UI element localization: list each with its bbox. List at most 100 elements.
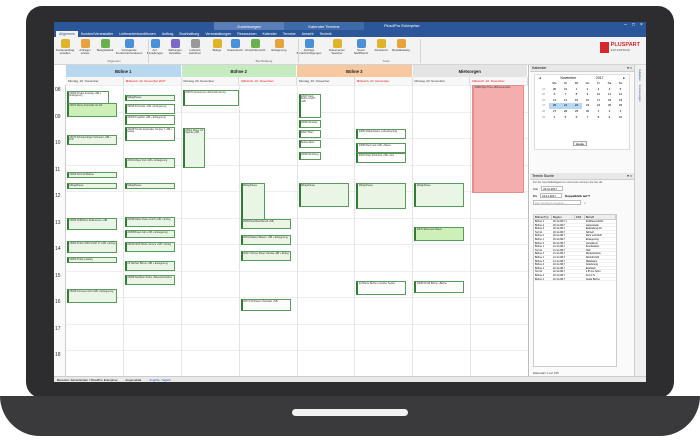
appointment[interactable]: 20 Marcie Bücher +Großer Sessio [356, 281, 407, 295]
appointment[interactable]: 20048 Schneider +NB + Entlegerung [124, 104, 175, 114]
stage-header[interactable]: Bühne 1 [66, 65, 182, 77]
ribbon-button[interactable]: Dokumenten Speicher [328, 39, 346, 55]
column-header[interactable]: Betreff [585, 215, 616, 219]
appointment[interactable]: Mittag/Pause [298, 183, 349, 207]
appointment[interactable]: 20048 Weinberg [298, 152, 321, 160]
pin-icon[interactable]: ▾ × [627, 174, 632, 178]
context-tab-zuweisungen[interactable]: Zuweisungen [214, 22, 284, 30]
date-header[interactable]: Mittwoch, 22. November 2017 [123, 77, 182, 85]
day-cell[interactable]: 10 [615, 115, 626, 121]
appointment[interactable]: 20117 Zimmer Meier Claudia +NB + Entleg [240, 251, 291, 261]
appointment[interactable]: 20095 Braun Adm +NB + Entlegerung [124, 230, 175, 238]
appointment[interactable]: 20013 Kleb Schönheit +NB + Ent [356, 153, 407, 163]
appointment[interactable]: 20038 Kälber Rebe GmbH +NB + Entleg [124, 217, 175, 227]
date-header[interactable]: Montag, 20. November [66, 77, 124, 85]
date-header[interactable]: Mittwoch, 22. November [470, 77, 528, 85]
context-tab-kalender[interactable]: Kalender Termine [284, 22, 364, 30]
mini-calendar-month[interactable]: November [561, 76, 577, 80]
ribbon-button[interactable]: Umsatzübersicht [245, 39, 265, 52]
stage-header[interactable]: Bühne 3 [297, 65, 413, 77]
appointment[interactable]: Mittag/Pause [67, 183, 117, 189]
ribbon-button[interactable]: Auftrags Benachrichtigungen [297, 39, 321, 55]
ribbon-button[interactable]: Zahlungen Verwalten [166, 39, 184, 55]
appointment[interactable]: Mittag/Pause [124, 183, 175, 189]
ribbon-button[interactable]: Lieferant Gebühren [186, 39, 204, 55]
day-cell[interactable]: 5 [560, 115, 571, 121]
day-cell[interactable]: 9 [604, 115, 615, 121]
appointment[interactable]: 20007 Zack Belfon GmbH +NB [298, 94, 321, 118]
appointment[interactable]: Mittag/Pause [356, 183, 407, 209]
appointment[interactable]: 20059 HotRibbon Reiferenzen +NB [67, 218, 117, 230]
appointment[interactable]: 20064 Profile 2009 GmbH 17 +NB + Entleg [67, 241, 117, 253]
appointment[interactable]: 23080 Opp Theo +Bühnentechnik [472, 85, 525, 193]
search-icon[interactable]: ⌕ [584, 201, 586, 205]
minimize-icon[interactable]: – [623, 23, 628, 28]
pin-icon[interactable]: ▾ × [627, 66, 632, 70]
ribbon-button[interactable]: Anfragen erfasst [76, 39, 94, 55]
appointment[interactable]: Mittag/Pause [414, 183, 465, 207]
appointment[interactable]: 22 Nachter Bühne +NB + Entlegerung [124, 261, 175, 271]
maximize-icon[interactable]: □ [631, 23, 636, 28]
stage-header[interactable]: Bühne 2 [181, 65, 297, 77]
appointment[interactable]: 20063 Projektfel +NB + Entlegerung [124, 115, 175, 125]
day-column[interactable] [240, 85, 298, 376]
day-cell[interactable]: 6 [571, 115, 582, 121]
date-header[interactable]: Mittwoch, 22. November [354, 77, 413, 85]
day-cell[interactable]: 7 [582, 115, 593, 121]
day-column[interactable] [66, 85, 124, 376]
ribbon-button[interactable]: Kassenbuch [226, 39, 244, 52]
day-cell[interactable]: 4 [549, 115, 560, 121]
column-header[interactable]: KFZ [575, 215, 585, 219]
ribbon-button[interactable]: Arbeitszeit [372, 39, 390, 52]
appointment[interactable]: Mittag/Pause [240, 183, 265, 223]
appointment[interactable]: 20066 Weinkeli [298, 120, 321, 128]
mini-calendar-year[interactable]: 2017 [596, 76, 604, 80]
prev-month-icon[interactable]: ◂ [539, 76, 541, 80]
appointment[interactable]: 20097 Freizeits Ast +Schutzsinnerung [182, 90, 239, 106]
ribbon-button[interactable]: Einlagerung [270, 39, 288, 52]
stage-header[interactable]: Mietsorgen [412, 65, 528, 77]
appointment[interactable]: 20072 Schiefendinger Schnetter +NB + Ent… [67, 135, 117, 145]
column-header[interactable]: Beginn [552, 215, 575, 219]
appointment[interactable]: 4 Bam Dreier mit Spende +NB [182, 128, 205, 168]
appointment[interactable]: 20031 Mayer Karl +NB + Entlegerung [124, 158, 175, 168]
appointment[interactable]: 20008 Knöbl Bühne +Bühne [414, 281, 465, 293]
ribbon-button[interactable]: Bestellkatalog [392, 39, 410, 52]
date-header[interactable]: Montag, 20. November [181, 77, 240, 85]
appointment[interactable]: 20093 Nachtbad Bereitl +NB [240, 219, 291, 229]
to-date-input[interactable]: 22.11.2017 [540, 193, 563, 198]
appointment[interactable]: 20052 Waldenbaum +Arbeitsvertrag [356, 129, 407, 139]
date-header[interactable]: Montag, 20. November [297, 77, 355, 85]
appointment[interactable]: 20059 Reiz Lauf +NB + Bauer [356, 143, 407, 153]
date-header[interactable]: Mittwoch, 22. November [239, 77, 297, 85]
today-button[interactable]: Heute [573, 141, 587, 146]
day-column[interactable] [298, 85, 356, 376]
appointment[interactable]: 20034 Malerei Bauern +NB + Entlegerung [240, 235, 291, 245]
ribbon-button[interactable]: Belege [208, 39, 226, 52]
appointment[interactable]: 20045 Immense Vozil +NB + Entlegerung [67, 289, 117, 303]
appointment[interactable]: 20071 Mumy Kosmetik mit Job [67, 103, 117, 117]
appointment[interactable]: 20109 NOW Rothe Service +NB + Entleg [124, 242, 175, 252]
ribbon-button[interactable]: Neuer Staff/Dienst [352, 39, 370, 55]
close-icon[interactable]: × [639, 23, 644, 28]
column-header[interactable]: Bühne/Typ [534, 215, 553, 219]
ribbon-button[interactable]: Belegstatistik [96, 39, 114, 52]
search-input[interactable]: Hier Suchtext eingeben ... [533, 200, 581, 205]
date-header[interactable]: Montag, 20. November [412, 77, 471, 85]
appointment[interactable]: 20074 Schlösser Chamatar +NB [240, 299, 291, 311]
appointment[interactable]: 20073 Edmeister Bauer [414, 227, 465, 241]
next-month-icon[interactable]: ▸ [623, 76, 625, 80]
dock-tab-erinnerungen[interactable]: Erinnerungen [638, 85, 642, 102]
appointment[interactable]: Bettina Marx [298, 140, 321, 148]
appointment[interactable]: 20006 Profile Lackarg [67, 257, 117, 263]
appointment[interactable]: Mittag/Pause [124, 95, 175, 101]
ribbon-button[interactable]: Kundenauftrag erstellen [56, 39, 74, 55]
appointment[interactable]: 20009 Schmidt Marline [67, 172, 117, 178]
table-row[interactable]: Bühne 2 22.11.2017 Guide Bühne [534, 278, 616, 282]
dock-tab-aufgaben[interactable]: Aufgaben [638, 69, 642, 81]
ribbon-button[interactable]: Vertragende Kundeninformationen [116, 39, 142, 55]
appointment[interactable]: 20047 Marc [298, 130, 321, 138]
appointment[interactable]: 20068 Weihlikon Rothe +Baueranmeldest [124, 275, 175, 285]
appointment[interactable]: 20038 Pöndie Dynamiker Gruppe 7 +NB + En… [124, 127, 175, 141]
from-date-input[interactable]: 20.11.2017 [541, 186, 564, 191]
